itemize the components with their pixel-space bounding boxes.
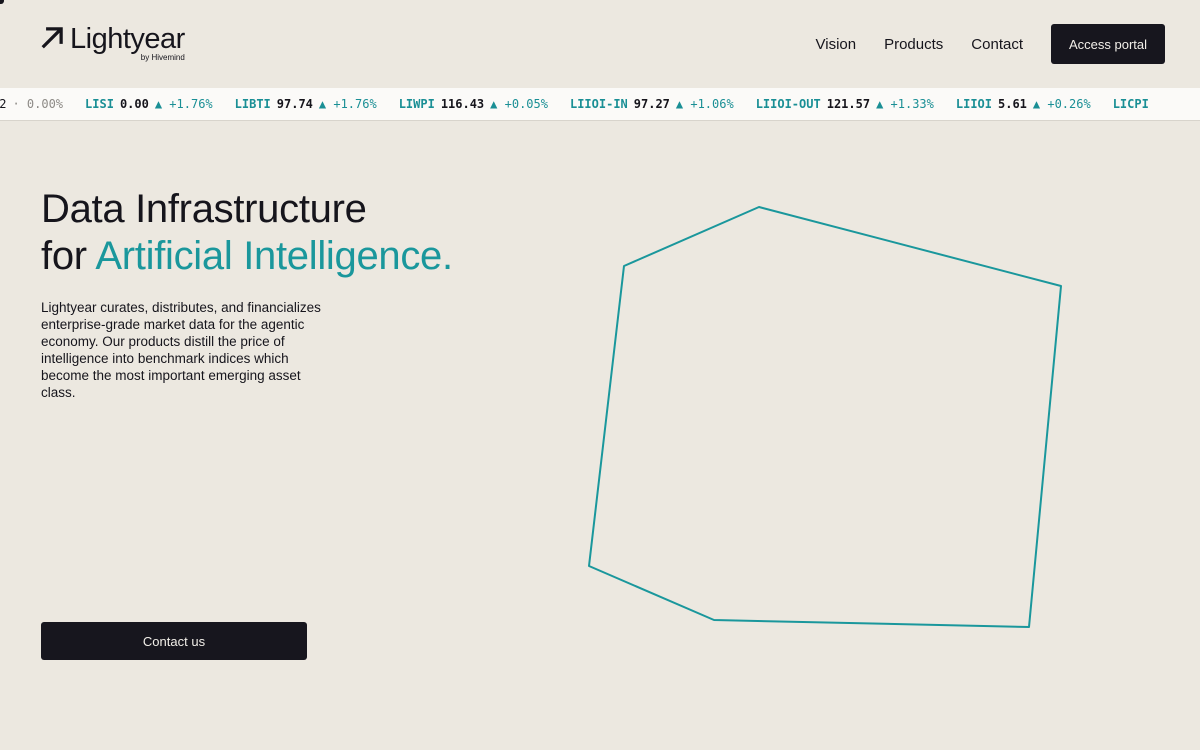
polygon-outline xyxy=(588,206,1062,628)
wireframe-polygon-graphic xyxy=(588,206,1062,628)
